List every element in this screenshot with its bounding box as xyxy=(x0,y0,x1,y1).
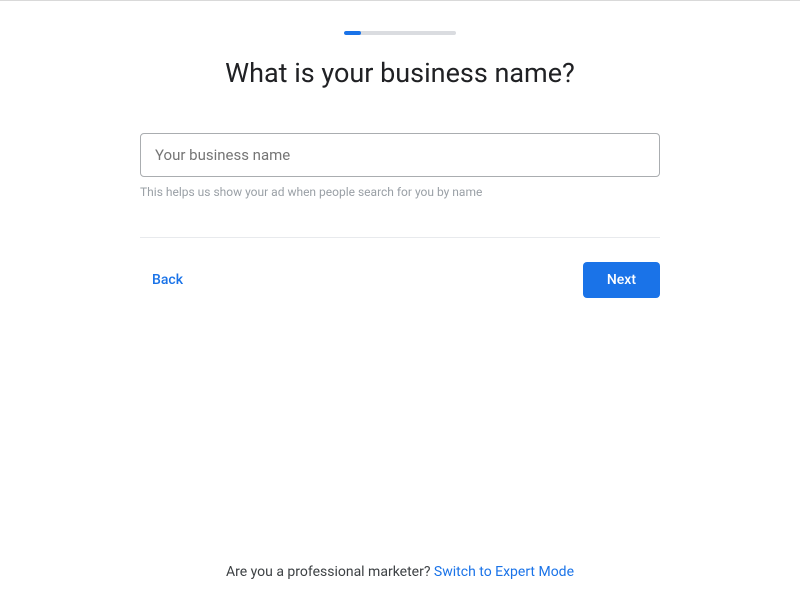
input-helper-text: This helps us show your ad when people s… xyxy=(140,185,660,199)
form-area: This helps us show your ad when people s… xyxy=(140,133,660,199)
progress-fill xyxy=(344,31,361,35)
business-name-input[interactable] xyxy=(140,133,660,177)
back-button[interactable]: Back xyxy=(140,264,195,296)
onboarding-step: What is your business name? This helps u… xyxy=(0,1,800,596)
progress-bar xyxy=(344,31,456,35)
next-button[interactable]: Next xyxy=(583,262,660,298)
page-heading: What is your business name? xyxy=(225,57,575,89)
nav-row: Back Next xyxy=(140,237,660,298)
footer: Are you a professional marketer? Switch … xyxy=(0,564,800,580)
footer-question: Are you a professional marketer? xyxy=(226,564,434,580)
switch-expert-mode-link[interactable]: Switch to Expert Mode xyxy=(434,564,574,580)
